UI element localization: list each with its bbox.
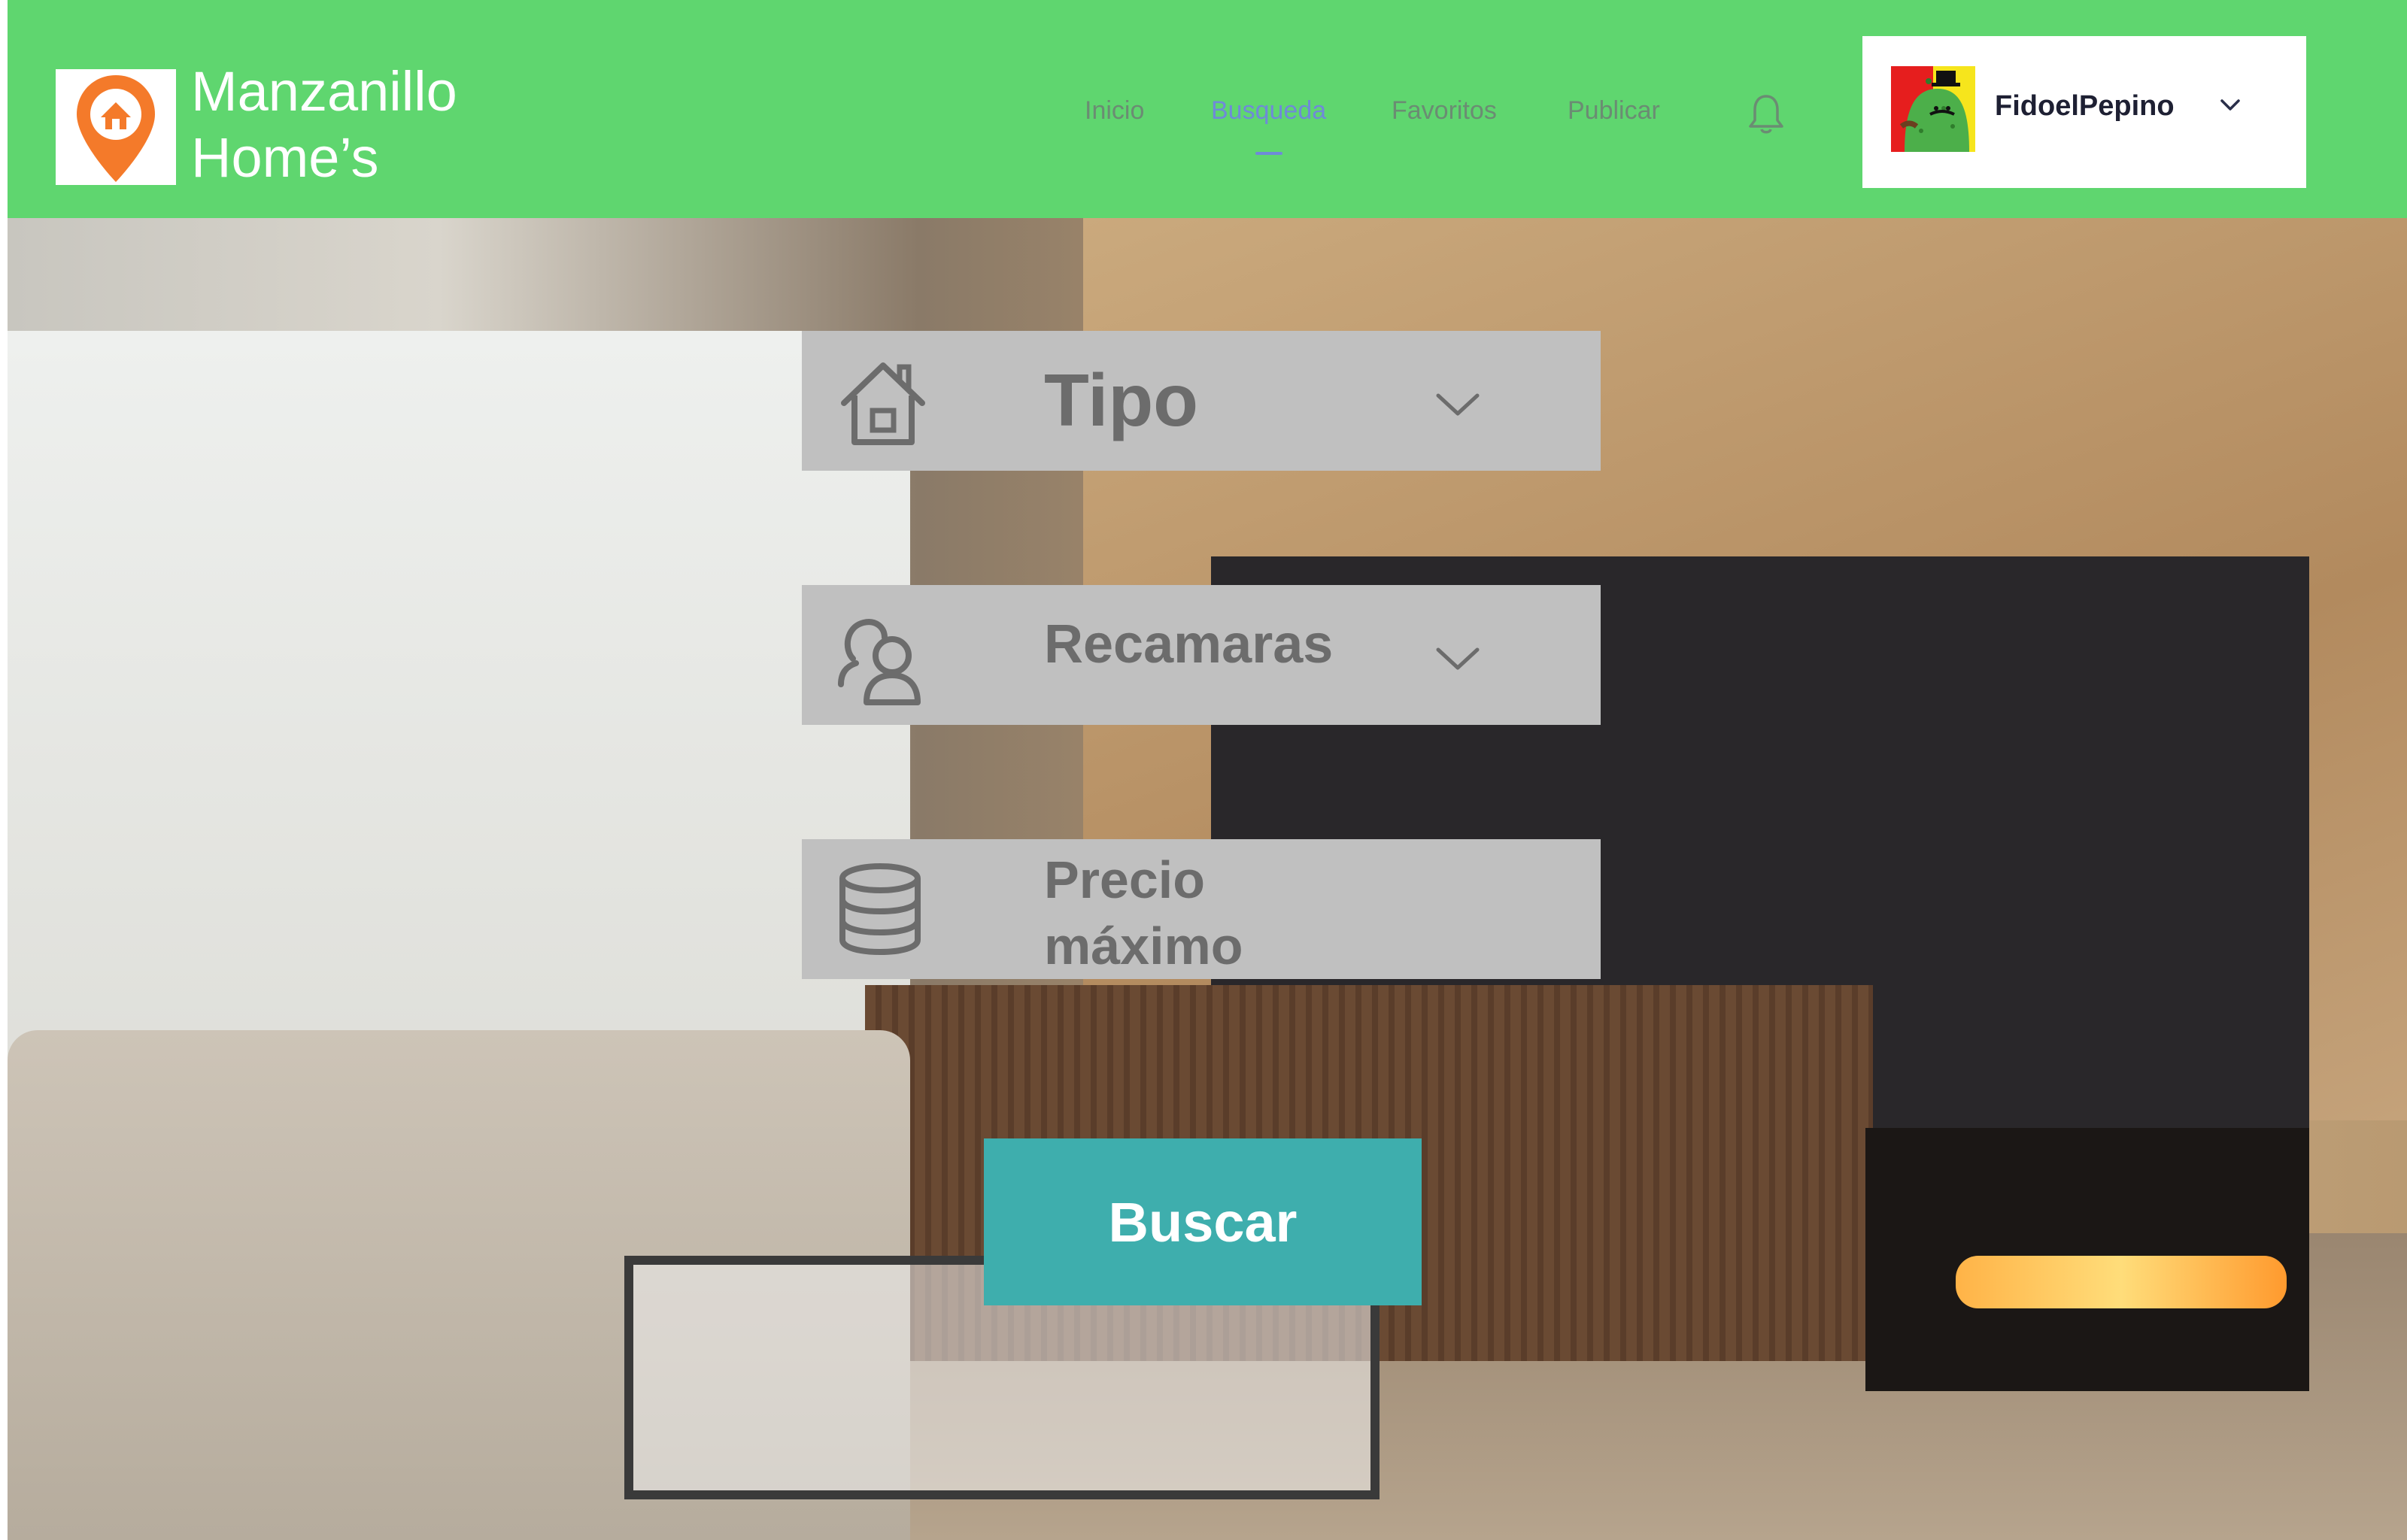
database-icon [839, 863, 921, 956]
chevron-down-icon[interactable] [1435, 645, 1480, 672]
map-pin-home-icon [77, 75, 155, 182]
people-icon [838, 619, 921, 705]
logo[interactable] [56, 69, 176, 185]
chevron-down-icon[interactable] [1435, 391, 1480, 418]
precio-label-line-2: máximo [1044, 917, 1243, 975]
nav-label: Busqueda [1211, 96, 1327, 125]
house-icon [841, 362, 925, 445]
nav-publicar[interactable]: Publicar [1568, 96, 1660, 134]
avatar [1891, 66, 1975, 152]
nav-inicio[interactable]: Inicio [1085, 96, 1144, 134]
brand-name[interactable]: Manzanillo Home’s [191, 59, 457, 191]
tipo-label: Tipo [1044, 359, 1199, 441]
nav-label: Inicio [1085, 96, 1145, 125]
nav-busqueda[interactable]: Busqueda [1211, 96, 1327, 155]
user-menu[interactable]: FidoelPepino [1862, 36, 2306, 188]
buscar-button[interactable]: Buscar [984, 1138, 1422, 1305]
chevron-down-icon[interactable] [2219, 98, 2242, 113]
nav-label: Favoritos [1392, 96, 1497, 125]
recamaras-label: Recamaras [1044, 614, 1334, 675]
recamaras-select[interactable]: Recamaras [802, 585, 1601, 725]
top-header: Manzanillo Home’s Inicio Busqueda Favori… [8, 0, 2407, 218]
username: FidoelPepino [1995, 90, 2175, 122]
nav-favoritos[interactable]: Favoritos [1392, 96, 1497, 134]
tipo-select[interactable]: Tipo [802, 331, 1601, 471]
brand-line-1: Manzanillo [191, 60, 457, 123]
bell-icon[interactable] [1748, 93, 1784, 135]
precio-label-line-1: Precio [1044, 850, 1205, 909]
active-indicator [1255, 152, 1282, 155]
decor-fire [1956, 1256, 2287, 1308]
precio-maximo-label: Precio máximo [1044, 847, 1243, 979]
app-frame: Manzanillo Home’s Inicio Busqueda Favori… [8, 0, 2407, 1540]
nav-label: Publicar [1568, 96, 1660, 125]
brand-line-2: Home’s [191, 126, 379, 189]
precio-maximo-field[interactable]: Precio máximo [802, 839, 1601, 979]
